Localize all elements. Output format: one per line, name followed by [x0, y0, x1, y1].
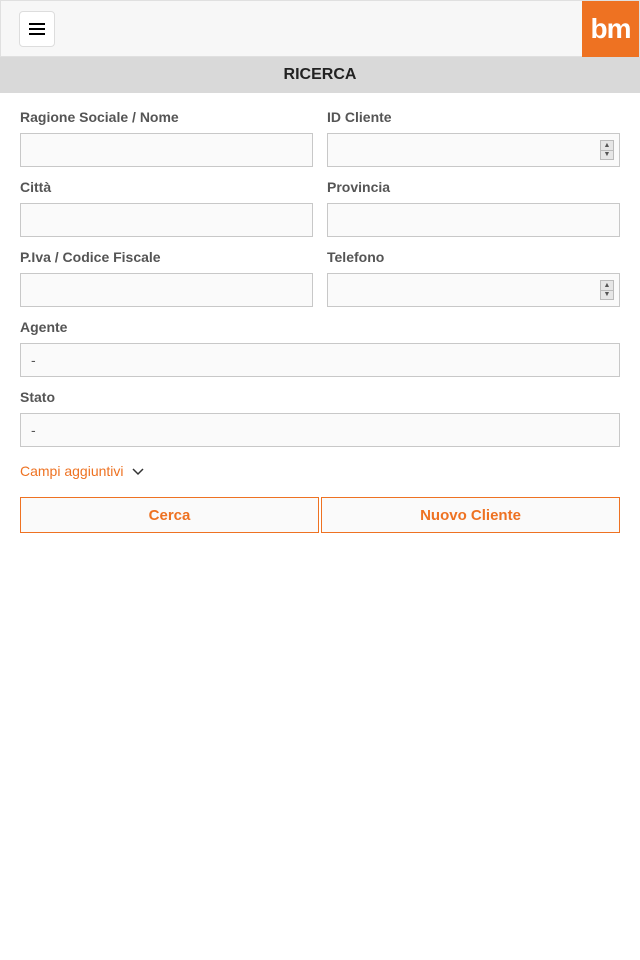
spinner-up-icon[interactable]: ▲ — [601, 141, 613, 151]
piva-input[interactable] — [20, 273, 313, 307]
id-cliente-input[interactable] — [327, 133, 620, 167]
ragione-sociale-label: Ragione Sociale / Nome — [20, 109, 313, 125]
agente-select[interactable]: - — [20, 343, 620, 377]
campi-aggiuntivi-label: Campi aggiuntivi — [20, 463, 124, 479]
citta-label: Città — [20, 179, 313, 195]
provincia-input[interactable] — [327, 203, 620, 237]
telefono-input[interactable] — [327, 273, 620, 307]
ragione-sociale-input[interactable] — [20, 133, 313, 167]
piva-label: P.Iva / Codice Fiscale — [20, 249, 313, 265]
id-cliente-label: ID Cliente — [327, 109, 620, 125]
agente-label: Agente — [20, 319, 620, 335]
hamburger-icon — [29, 23, 45, 35]
spinner-down-icon[interactable]: ▼ — [601, 291, 613, 300]
telefono-spinner[interactable]: ▲ ▼ — [600, 280, 614, 300]
chevron-down-icon — [132, 463, 144, 479]
menu-button[interactable] — [19, 11, 55, 47]
campi-aggiuntivi-toggle[interactable]: Campi aggiuntivi — [20, 463, 144, 479]
search-form: Ragione Sociale / Nome ID Cliente ▲ ▼ Ci… — [0, 93, 640, 549]
telefono-label: Telefono — [327, 249, 620, 265]
page-title: RICERCA — [0, 57, 640, 93]
spinner-up-icon[interactable]: ▲ — [601, 281, 613, 291]
app-header: bm — [0, 0, 640, 57]
stato-label: Stato — [20, 389, 620, 405]
brand-logo: bm — [582, 1, 639, 57]
provincia-label: Provincia — [327, 179, 620, 195]
stato-select[interactable]: - — [20, 413, 620, 447]
id-cliente-spinner[interactable]: ▲ ▼ — [600, 140, 614, 160]
new-client-button[interactable]: Nuovo Cliente — [321, 497, 620, 533]
search-button[interactable]: Cerca — [20, 497, 319, 533]
citta-input[interactable] — [20, 203, 313, 237]
spinner-down-icon[interactable]: ▼ — [601, 151, 613, 160]
